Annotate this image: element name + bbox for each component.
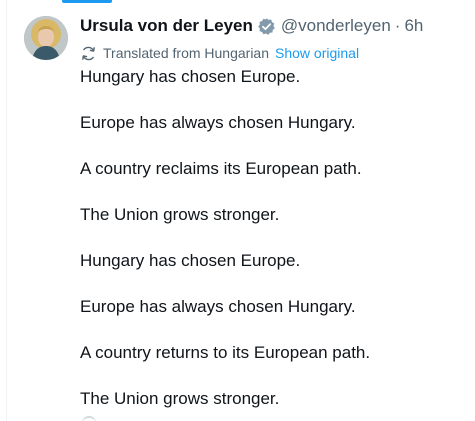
tweet-line: Hungary has chosen Europe.: [80, 251, 301, 270]
tweet-card: Ursula von der Leyen @vonderleyen · 6h T…: [0, 0, 475, 421]
translate-icon: [80, 45, 97, 62]
author-handle[interactable]: @vonderleyen: [281, 16, 391, 36]
author-name[interactable]: Ursula von der Leyen: [80, 16, 253, 36]
timestamp[interactable]: 6h: [404, 16, 423, 36]
separator-dot: ·: [394, 16, 401, 35]
profile-photo-icon: [24, 16, 68, 60]
verified-badge-icon: [257, 17, 276, 36]
show-original-link[interactable]: Show original: [275, 45, 359, 61]
tweet-line: Hungary has chosen Europe.: [80, 67, 301, 86]
tweet-line: A country reclaims its European path.: [80, 159, 362, 178]
tweet-line: The Union grows stronger.: [80, 389, 280, 408]
tweet-header: Ursula von der Leyen @vonderleyen · 6h: [80, 15, 423, 37]
translated-label: Translated from Hungarian: [103, 45, 270, 61]
tweet-line: The Union grows stronger.: [80, 205, 280, 224]
timeline-divider: [6, 0, 7, 421]
avatar[interactable]: [24, 16, 68, 60]
translation-notice: Translated from Hungarian Show original: [80, 44, 359, 62]
tab-indicator: [62, 0, 112, 3]
tweet-text: Hungary has chosen Europe. Europe has al…: [80, 66, 465, 421]
tweet-line: Europe has always chosen Hungary.: [80, 113, 356, 132]
tweet-line: Europe has always chosen Hungary.: [80, 297, 356, 316]
tweet-line: A country returns to its European path.: [80, 343, 371, 362]
